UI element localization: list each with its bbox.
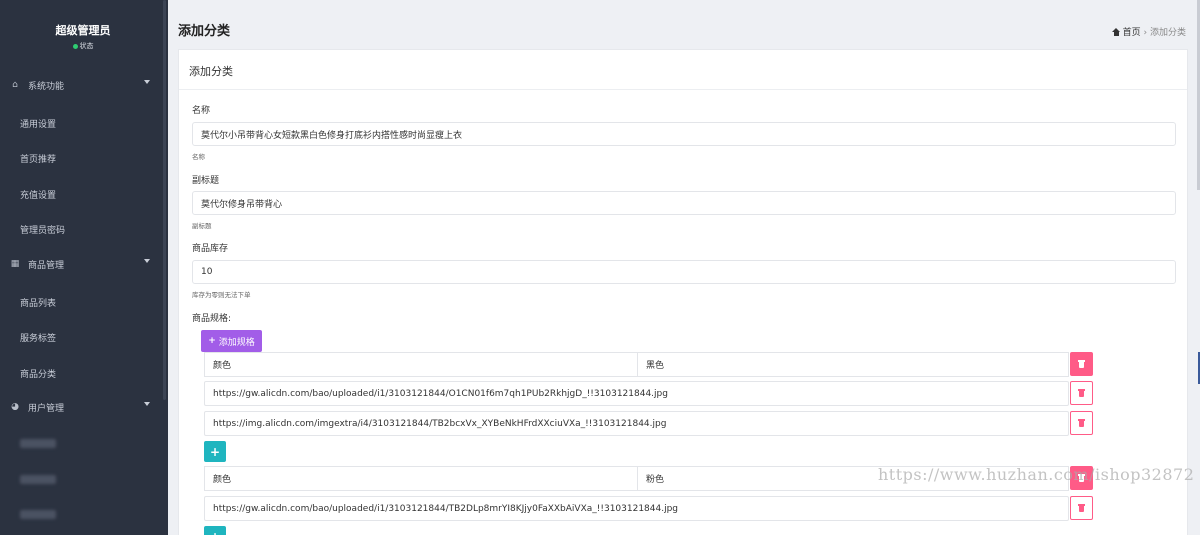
page-title: 添加分类 xyxy=(178,24,231,39)
nav-group-system-label: 系统功能 xyxy=(28,81,65,92)
user-status: 状态 xyxy=(0,41,166,51)
spec-value-text: 黑色 xyxy=(646,361,665,371)
card-title: 添加分类 xyxy=(189,65,233,78)
spec-key-text: 颜色 xyxy=(213,475,232,485)
subtitle-input[interactable] xyxy=(192,191,1176,215)
sidebar-item-recharge-settings[interactable]: 充值设置 xyxy=(20,188,56,201)
form-card: 添加分类 名称 名称 副标题 副标题 商品库存 库存为零则无法下单 商品规格: … xyxy=(178,49,1188,535)
subtitle-help: 副标题 xyxy=(192,222,212,230)
image-url-input[interactable]: https://gw.alicdn.com/bao/uploaded/i1/31… xyxy=(204,496,1069,521)
sidebar-item-goods-category[interactable]: 商品分类 xyxy=(20,367,56,380)
subtitle-label: 副标题 xyxy=(192,176,220,186)
sidebar-item-service-tags[interactable]: 服务标签 xyxy=(20,331,56,344)
trash-icon xyxy=(1078,419,1085,427)
delete-image-button[interactable] xyxy=(1070,496,1093,520)
spec-key-text: 颜色 xyxy=(213,361,232,371)
nav-group-goods[interactable]: ▦ 商品管理 xyxy=(0,250,166,278)
home-icon: ⌂ xyxy=(12,80,18,90)
sidebar-item-home-recommend[interactable]: 首页推荐 xyxy=(20,152,56,165)
sidebar-item-blurred[interactable] xyxy=(20,475,56,484)
breadcrumb: 首页 › 添加分类 xyxy=(1111,25,1186,38)
sidebar-scrollbar[interactable] xyxy=(163,0,166,400)
chevron-down-icon xyxy=(144,259,150,263)
sidebar: 超级管理员 状态 ⌂ 系统功能 通用设置 首页推荐 充值设置 管理员密码 ▦ 商… xyxy=(0,0,168,535)
nav-group-goods-label: 商品管理 xyxy=(28,260,65,271)
spec-value-input[interactable]: 黑色 xyxy=(637,352,1069,377)
sidebar-item-blurred[interactable] xyxy=(20,439,56,448)
add-image-button[interactable]: + xyxy=(204,441,226,462)
breadcrumb-home[interactable]: 首页 xyxy=(1111,28,1141,38)
table-icon: ▦ xyxy=(10,259,20,269)
watermark: https://www.huzhan.com/ishop32872 xyxy=(878,465,1195,484)
plus-icon: + xyxy=(209,444,221,459)
nav-group-users-label: 用户管理 xyxy=(28,403,65,414)
sidebar-item-blurred[interactable] xyxy=(20,510,56,519)
image-url-text: https://img.alicdn.com/imgextra/i4/31031… xyxy=(213,418,667,429)
stock-help: 库存为零则无法下单 xyxy=(192,291,251,299)
nav-group-system[interactable]: ⌂ 系统功能 xyxy=(0,71,166,99)
chevron-down-icon xyxy=(144,402,150,406)
plus-icon: + xyxy=(208,336,216,346)
name-help: 名称 xyxy=(192,153,205,161)
delete-image-button[interactable] xyxy=(1070,381,1093,405)
user-status-label: 状态 xyxy=(79,42,94,50)
breadcrumb-home-label: 首页 xyxy=(1122,28,1141,38)
pie-chart-icon: ◕ xyxy=(11,402,19,412)
image-url-input[interactable]: https://gw.alicdn.com/bao/uploaded/i1/31… xyxy=(204,381,1069,406)
breadcrumb-current: 添加分类 xyxy=(1149,28,1186,38)
name-input[interactable] xyxy=(192,122,1176,146)
trash-icon xyxy=(1078,389,1085,397)
image-url-text: https://gw.alicdn.com/bao/uploaded/i1/31… xyxy=(213,388,668,399)
delete-spec-button[interactable] xyxy=(1070,352,1093,376)
spec-label: 商品规格: xyxy=(192,314,232,324)
image-url-text: https://gw.alicdn.com/bao/uploaded/i1/31… xyxy=(213,503,679,514)
status-dot-icon xyxy=(72,43,78,49)
sidebar-item-admin-password[interactable]: 管理员密码 xyxy=(20,223,65,236)
add-image-button[interactable]: + xyxy=(204,526,226,535)
spec-key-input[interactable]: 颜色 xyxy=(204,352,638,377)
stock-label: 商品库存 xyxy=(192,244,229,254)
spec-key-input[interactable]: 颜色 xyxy=(204,466,638,491)
plus-icon: + xyxy=(210,530,220,535)
nav-group-users[interactable]: ◕ 用户管理 xyxy=(0,393,166,421)
breadcrumb-separator: › xyxy=(1143,28,1148,38)
delete-image-button[interactable] xyxy=(1070,411,1093,435)
user-name: 超级管理员 xyxy=(55,24,111,37)
trash-icon xyxy=(1078,360,1085,368)
image-url-input[interactable]: https://img.alicdn.com/imgextra/i4/31031… xyxy=(204,411,1069,436)
spec-value-text: 粉色 xyxy=(646,475,665,485)
home-icon xyxy=(1111,28,1121,36)
trash-icon xyxy=(1078,504,1085,512)
add-spec-label: 添加规格 xyxy=(218,337,255,348)
chevron-down-icon xyxy=(144,80,150,84)
card-header: 添加分类 xyxy=(179,50,1187,90)
stock-input[interactable] xyxy=(192,260,1176,284)
sidebar-item-general-settings[interactable]: 通用设置 xyxy=(20,117,56,130)
main-content: 添加分类 首页 › 添加分类 添加分类 名称 名称 副标题 副标题 商品库存 库… xyxy=(168,0,1200,535)
add-spec-button[interactable]: + 添加规格 xyxy=(201,330,262,352)
name-label: 名称 xyxy=(192,106,211,116)
sidebar-item-goods-list[interactable]: 商品列表 xyxy=(20,296,56,309)
